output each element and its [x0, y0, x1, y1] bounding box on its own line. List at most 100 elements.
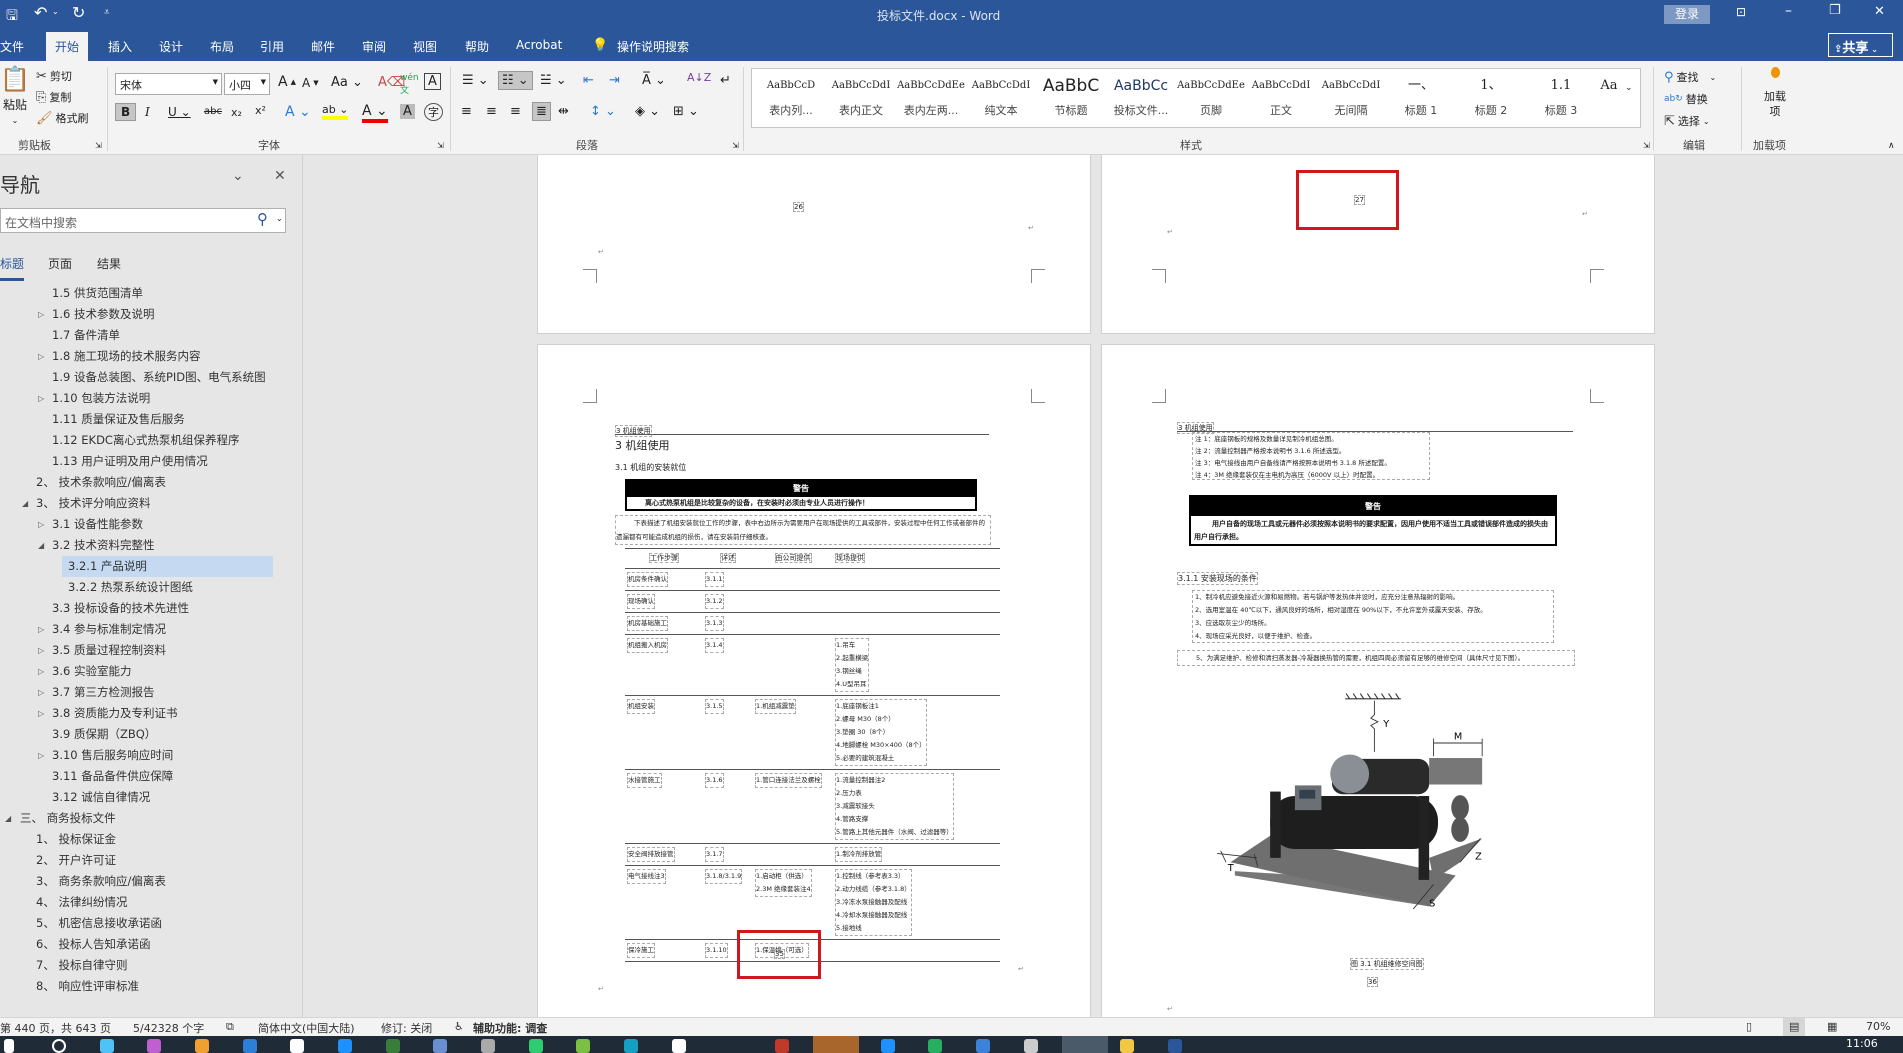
active-app-tile[interactable]	[813, 1036, 859, 1053]
close-icon[interactable]: ✕	[1874, 4, 1885, 19]
app-icon[interactable]	[147, 1039, 161, 1053]
enclose-characters-icon[interactable]: 字	[424, 103, 443, 121]
style-item[interactable]: AaBbCcDdI 无间隔	[1316, 75, 1386, 118]
tab-view[interactable]: 视图	[413, 36, 437, 57]
paste-button[interactable]: 📋 粘贴 ⌄	[0, 65, 30, 125]
multilevel-list-icon[interactable]: ☱ ⌄	[540, 73, 567, 88]
dialog-launcher-icon[interactable]: ⇲	[437, 141, 444, 150]
superscript-button[interactable]: x²	[255, 104, 266, 117]
style-item[interactable]: Aa	[1596, 75, 1622, 102]
font-name-select[interactable]: 宋体 ▼	[115, 73, 222, 95]
justify-icon[interactable]: ≣	[532, 102, 551, 121]
document-canvas[interactable]: 26 ↵ ↵ 27 ↵ ↵ 3 机组使用 3 机组使用 3.1 机组的安装就位 …	[303, 155, 1903, 1017]
expand-icon[interactable]: ▷	[38, 346, 44, 367]
app-icon[interactable]	[433, 1039, 447, 1053]
share-button[interactable]: ⇪共享 ⌄	[1828, 33, 1893, 57]
track-changes-status[interactable]: 修订: 关闭	[381, 1020, 432, 1036]
collapse-icon[interactable]: ◢	[38, 535, 44, 556]
nav-tab-results[interactable]: 结果	[97, 255, 121, 272]
italic-button[interactable]: I	[145, 105, 150, 119]
tab-acrobat[interactable]: Acrobat	[516, 36, 562, 54]
nav-heading-item[interactable]: 3.9 质保期（ZBQ）	[0, 724, 302, 745]
nav-heading-item[interactable]: ▷ 3.7 第三方检测报告	[0, 682, 302, 703]
app-icon[interactable]	[243, 1039, 257, 1053]
tell-me-search[interactable]: 操作说明搜索	[617, 36, 689, 57]
expand-icon[interactable]: ▷	[38, 514, 44, 535]
expand-icon[interactable]: ▷	[38, 304, 44, 325]
nav-heading-item[interactable]: ▷ 3.6 实验室能力	[0, 661, 302, 682]
highlight-color-icon[interactable]: ab ⌄	[322, 103, 349, 120]
tab-references[interactable]: 引用	[260, 36, 284, 57]
expand-icon[interactable]: ▷	[38, 745, 44, 766]
nav-heading-item[interactable]: ▷ 1.8 施工现场的技术服务内容	[0, 346, 302, 367]
align-right-icon[interactable]: ≡	[510, 104, 521, 119]
app-icon[interactable]	[928, 1039, 942, 1053]
app-icon[interactable]	[624, 1039, 638, 1053]
nav-heading-item[interactable]: 1.7 备件清单	[0, 325, 302, 346]
style-item[interactable]: 1、 标题 2	[1456, 75, 1526, 118]
font-size-select[interactable]: 小四 ▼	[224, 73, 270, 95]
style-item[interactable]: AaBbCcDdEe 表内左两...	[896, 75, 966, 118]
shading-icon[interactable]: ◈ ⌄	[635, 104, 660, 119]
style-item[interactable]: AaBbCcDdEe 页脚	[1176, 75, 1246, 118]
nav-heading-item[interactable]: ▷ 1.6 技术参数及说明	[0, 304, 302, 325]
copy-button[interactable]: ⎘ 复制	[36, 89, 71, 105]
expand-icon[interactable]: ▷	[38, 682, 44, 703]
nav-heading-item[interactable]: 1、 投标保证金	[0, 829, 302, 850]
clock[interactable]: 11:06	[1846, 1037, 1878, 1050]
nav-heading-item[interactable]: 1.13 用户证明及用户使用情况	[0, 451, 302, 472]
asian-layout-icon[interactable]: A̅ ⌄	[642, 73, 666, 88]
collapse-icon[interactable]: ◢	[5, 808, 11, 829]
nav-heading-item[interactable]: ▷ 3.8 资质能力及专利证书	[0, 703, 302, 724]
print-layout-icon[interactable]: ▤	[1783, 1018, 1806, 1036]
style-item[interactable]: AaBbCc 投标文件...	[1106, 75, 1176, 118]
nav-heading-item[interactable]: 1.11 质量保证及售后服务	[0, 409, 302, 430]
nav-heading-item[interactable]: 3.2.2 热泵系统设计图纸	[0, 577, 302, 598]
nav-heading-item[interactable]: ▷ 3.10 售后服务响应时间	[0, 745, 302, 766]
phonetic-guide-icon[interactable]: wén 文	[400, 73, 419, 96]
character-border-icon[interactable]: A	[424, 73, 441, 90]
shrink-font-icon[interactable]: A ▼	[302, 76, 319, 90]
nav-heading-item[interactable]: 2、 技术条款响应/偏离表	[0, 472, 302, 493]
style-item[interactable]: AaBbCcD 表内列...	[756, 75, 826, 118]
nav-heading-item[interactable]: 3.12 诚信自律情况	[0, 787, 302, 808]
tab-home[interactable]: 开始	[46, 32, 89, 61]
nav-heading-item[interactable]: 2、 开户许可证	[0, 850, 302, 871]
app-icon[interactable]	[976, 1039, 990, 1053]
style-item[interactable]: AaBbCcDdI 正文	[1246, 75, 1316, 118]
accessibility-status[interactable]: 辅助功能: 调查	[473, 1020, 547, 1036]
select-button[interactable]: ⇱ 选择 ⌄	[1664, 113, 1710, 129]
nav-heading-item[interactable]: 6、 投标人告知承诺函	[0, 934, 302, 955]
increase-indent-icon[interactable]: ⇥	[609, 73, 620, 88]
read-mode-icon[interactable]: ▯	[1746, 1020, 1752, 1033]
app-icon[interactable]	[100, 1039, 114, 1053]
app-icon[interactable]	[672, 1039, 686, 1053]
expand-icon[interactable]: ▷	[38, 703, 44, 724]
tab-insert[interactable]: 插入	[108, 36, 132, 57]
style-item[interactable]: AaBbCcDdI 纯文本	[966, 75, 1036, 118]
undo-dropdown-icon[interactable]: ⌄	[52, 7, 59, 16]
language-status[interactable]: 简体中文(中国大陆)	[258, 1020, 355, 1036]
addins-button[interactable]: 加载项	[1760, 67, 1790, 119]
tab-layout[interactable]: 布局	[210, 36, 234, 57]
cut-button[interactable]: ✂ 剪切	[36, 68, 72, 84]
decrease-indent-icon[interactable]: ⇤	[583, 73, 594, 88]
dialog-launcher-icon[interactable]: ⇲	[1643, 141, 1650, 150]
grow-font-icon[interactable]: A ▲	[278, 74, 296, 90]
search-icon[interactable]: ⚲	[257, 210, 268, 228]
app-icon[interactable]	[1168, 1039, 1182, 1053]
start-icon[interactable]	[4, 1039, 14, 1053]
nav-heading-item[interactable]: ◢ 3、 技术评分响应资料	[0, 493, 302, 514]
page-count[interactable]: 第 440 页，共 643 页	[0, 1020, 111, 1036]
show-marks-icon[interactable]: ↵	[720, 73, 731, 88]
ribbon-display-options-icon[interactable]: ⊡	[1736, 5, 1746, 19]
chevron-down-icon[interactable]: ⌄	[232, 168, 244, 184]
zoom-level[interactable]: 70%	[1866, 1020, 1890, 1033]
nav-tab-pages[interactable]: 页面	[48, 255, 72, 272]
nav-heading-item[interactable]: ◢ 三、 商务投标文件	[0, 808, 302, 829]
sign-in-button[interactable]: 登录	[1664, 5, 1710, 24]
nav-heading-item[interactable]: 7、 投标自律守则	[0, 955, 302, 976]
collapse-ribbon-icon[interactable]: ∧	[1888, 141, 1895, 151]
expand-icon[interactable]: ▷	[38, 388, 44, 409]
subscript-button[interactable]: x₂	[231, 106, 242, 119]
